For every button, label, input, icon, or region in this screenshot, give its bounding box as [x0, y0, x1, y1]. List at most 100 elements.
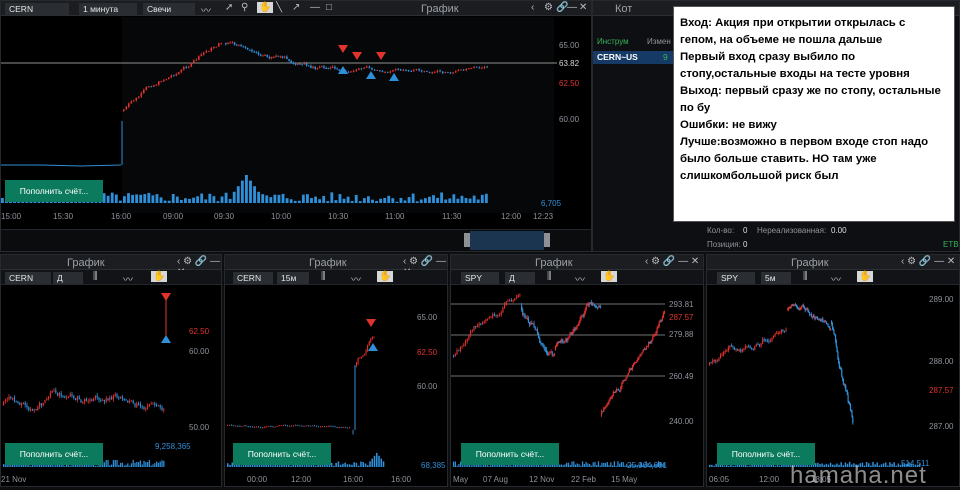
candle [546, 350, 547, 353]
volume-bar [151, 466, 152, 467]
candle [653, 336, 654, 337]
volume-bar [245, 175, 248, 203]
candle [516, 297, 517, 298]
candle [715, 360, 716, 361]
candle [518, 295, 519, 297]
volume-bar [612, 465, 613, 467]
candle [347, 428, 348, 429]
chart-panel-4: График ‹ ⚙ 🔗 — ✕ SPY 5м ⫼ 〰 ✋ 289.00 288… [706, 254, 960, 487]
candle [403, 70, 405, 71]
volume-bar [109, 465, 110, 467]
volume-bar [156, 462, 157, 467]
volume-bar [131, 463, 132, 467]
candle [66, 397, 67, 398]
buy-signal [161, 335, 171, 343]
volume-bar [367, 465, 369, 467]
volume-bar [591, 466, 592, 467]
volume-bar [116, 460, 117, 467]
candle [768, 341, 769, 342]
price-tick: 65.00 [417, 313, 437, 322]
candle [161, 407, 162, 410]
candle [166, 79, 168, 80]
candle [68, 397, 69, 398]
volume-bar [212, 196, 215, 203]
volume-bar [301, 465, 303, 467]
candle [554, 353, 555, 354]
sell-signal [161, 293, 171, 301]
candle [787, 309, 788, 310]
candle [120, 396, 121, 397]
deposit-button[interactable]: Пополнить счёт... [5, 443, 103, 465]
time-tick: 12 Nov [529, 475, 554, 484]
candle [203, 53, 205, 55]
candle [229, 425, 230, 426]
volume-bar [575, 464, 576, 467]
volume-bar [481, 195, 484, 203]
deposit-button[interactable]: Пополнить счёт... [5, 180, 103, 202]
candle [361, 68, 363, 69]
volume-bar [461, 196, 464, 203]
candle [359, 358, 360, 359]
col-change[interactable]: Измен [647, 37, 671, 46]
candle [465, 69, 467, 70]
candle [813, 316, 814, 317]
volume-bar [204, 199, 207, 203]
candle [266, 55, 268, 57]
candle [753, 349, 754, 350]
candle [131, 401, 132, 402]
col-instrument[interactable]: Инструм [597, 37, 629, 46]
volume-bar [395, 202, 398, 203]
candle [193, 60, 195, 63]
volume-bar [221, 196, 224, 203]
candle [458, 350, 459, 351]
candle [163, 409, 164, 410]
deposit-button[interactable]: Пополнить счёт... [461, 443, 559, 465]
volume-bar [619, 464, 620, 467]
candle [297, 64, 299, 65]
volume-bar [440, 192, 443, 203]
quote-row[interactable]: CERN~US 9 [593, 51, 673, 64]
candle [163, 80, 165, 81]
navigator-handle-right[interactable] [544, 233, 550, 247]
volume-bar [737, 465, 738, 467]
volume-bar [217, 201, 220, 203]
candle [196, 60, 198, 61]
candle [635, 362, 636, 363]
volume-bar [286, 465, 288, 467]
candle [318, 426, 319, 427]
volume-bar [86, 465, 87, 467]
candle [643, 350, 644, 353]
price-tick: 279.88 [669, 330, 693, 339]
candle [330, 67, 332, 68]
candle [93, 399, 94, 401]
candle [336, 69, 338, 70]
deposit-button[interactable]: Пополнить счёт... [233, 443, 331, 465]
volume-bar [367, 196, 370, 203]
candle [14, 398, 15, 401]
candle [158, 405, 159, 406]
candle [244, 425, 245, 426]
candle [295, 64, 297, 65]
volume-bar [481, 465, 482, 467]
candle [168, 77, 170, 79]
candle [775, 333, 776, 335]
candle [577, 325, 578, 326]
volume-bar [577, 463, 578, 467]
candle [453, 355, 454, 356]
volume-bar [448, 198, 451, 203]
volume-bar [428, 197, 431, 203]
volume-bar [261, 194, 264, 203]
navigator-window[interactable] [470, 231, 544, 250]
candle [550, 352, 551, 353]
volume-bar [184, 198, 187, 203]
candle [467, 339, 468, 341]
volume-bar [140, 460, 141, 467]
candle [623, 380, 624, 381]
candle [373, 337, 374, 338]
candle [44, 400, 45, 403]
candle [62, 396, 63, 397]
volume-bar [432, 195, 435, 203]
volume-bar [379, 199, 382, 203]
candle [161, 81, 163, 82]
candle [5, 400, 6, 402]
